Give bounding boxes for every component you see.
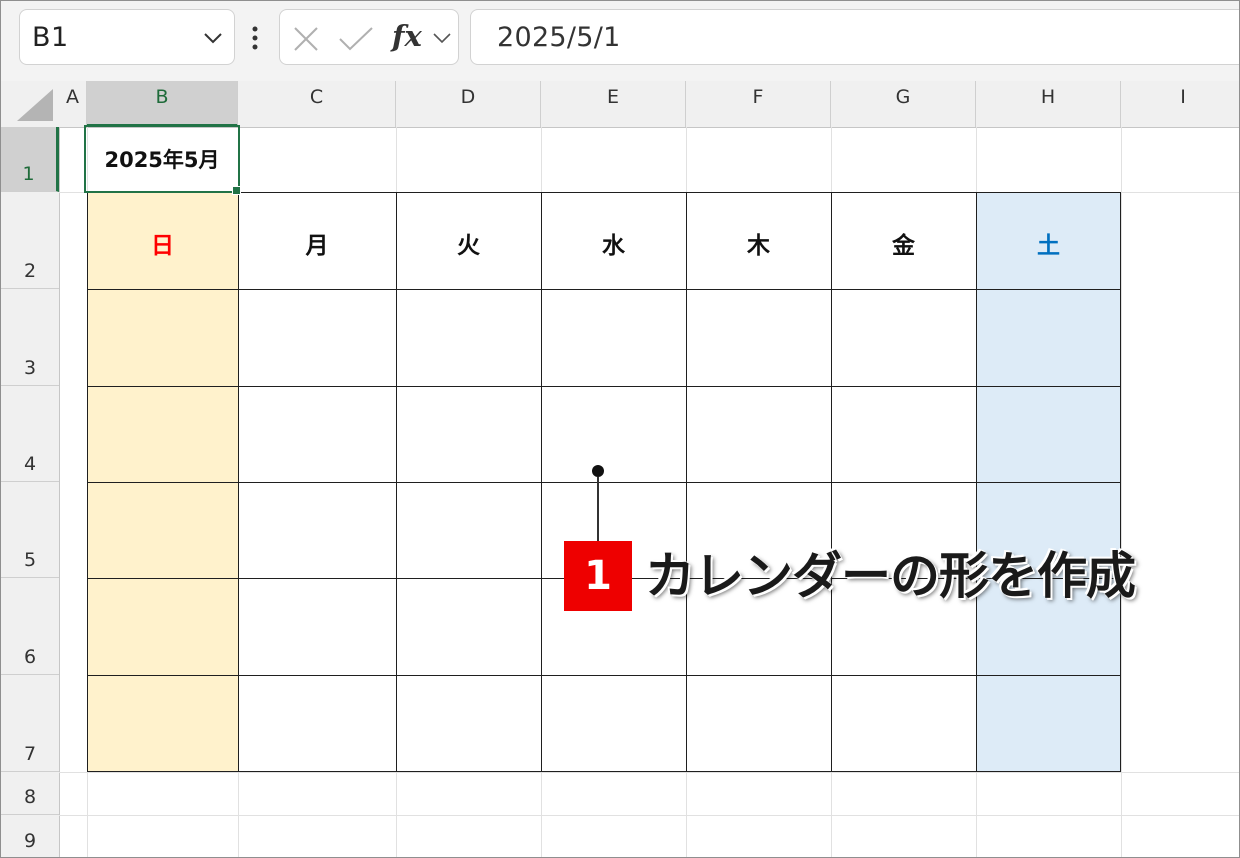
row-header-8[interactable]: 8 xyxy=(1,772,59,815)
column-header-g[interactable]: G xyxy=(831,81,976,127)
weekday-tue[interactable]: 火 xyxy=(396,226,541,260)
more-options-icon[interactable] xyxy=(250,25,260,53)
gridline xyxy=(1121,127,1122,857)
weekday-mon[interactable]: 月 xyxy=(238,226,396,260)
annotation-pointer-dot xyxy=(592,465,604,477)
calendar-border xyxy=(87,482,1121,483)
check-icon[interactable] xyxy=(338,25,374,53)
formula-buttons: fx xyxy=(279,9,459,65)
annotation-caption: カレンダーの形を作成 xyxy=(645,547,1136,605)
gridline xyxy=(59,772,1239,773)
calendar-border xyxy=(87,386,1121,387)
row-header-6[interactable]: 6 xyxy=(1,578,59,675)
row-header-7[interactable]: 7 xyxy=(1,675,59,772)
name-box[interactable]: B1 xyxy=(19,9,235,65)
chevron-down-icon[interactable] xyxy=(202,27,224,49)
weekday-sun[interactable]: 日 xyxy=(87,226,238,260)
weekday-fri[interactable]: 金 xyxy=(831,226,976,260)
chevron-down-icon[interactable] xyxy=(432,30,452,46)
calendar-border xyxy=(87,289,1121,290)
annotation-pointer-line xyxy=(597,477,599,543)
column-header-f[interactable]: F xyxy=(686,81,831,127)
column-header-h[interactable]: H xyxy=(976,81,1121,127)
calendar-border xyxy=(87,675,1121,676)
weekday-thu[interactable]: 木 xyxy=(686,226,831,260)
row-header-5[interactable]: 5 xyxy=(1,482,59,578)
name-box-value: B1 xyxy=(32,22,69,53)
row-header-2[interactable]: 2 xyxy=(1,192,59,289)
cancel-icon[interactable] xyxy=(292,25,320,53)
weekday-wed[interactable]: 水 xyxy=(541,226,686,260)
row-header-1[interactable]: 1 xyxy=(1,127,59,192)
excel-window: B1 fx 2025/5/1 A B C D E F G H I 1 2 3 4… xyxy=(0,0,1240,858)
insert-function-button[interactable]: fx xyxy=(392,19,422,53)
column-header-e[interactable]: E xyxy=(541,81,686,127)
annotation-step-badge: 1 xyxy=(564,541,632,611)
formula-bar: B1 fx 2025/5/1 xyxy=(1,1,1239,81)
column-header-i[interactable]: I xyxy=(1121,81,1239,127)
calendar-border xyxy=(87,771,1121,772)
select-all-icon[interactable] xyxy=(15,89,55,123)
row-header-9[interactable]: 9 xyxy=(1,815,59,857)
active-cell-border xyxy=(84,125,240,193)
column-header-a[interactable]: A xyxy=(59,81,87,127)
formula-input[interactable]: 2025/5/1 xyxy=(470,9,1239,65)
column-header-b[interactable]: B xyxy=(87,81,238,127)
weekday-sat[interactable]: 土 xyxy=(976,226,1121,260)
formula-value: 2025/5/1 xyxy=(497,22,621,53)
column-header-d[interactable]: D xyxy=(396,81,541,127)
row-header-3[interactable]: 3 xyxy=(1,289,59,386)
fill-handle[interactable] xyxy=(232,186,241,195)
gridline xyxy=(59,815,1239,816)
row-header-4[interactable]: 4 xyxy=(1,386,59,482)
column-header-c[interactable]: C xyxy=(238,81,396,127)
calendar-border xyxy=(87,192,1121,193)
